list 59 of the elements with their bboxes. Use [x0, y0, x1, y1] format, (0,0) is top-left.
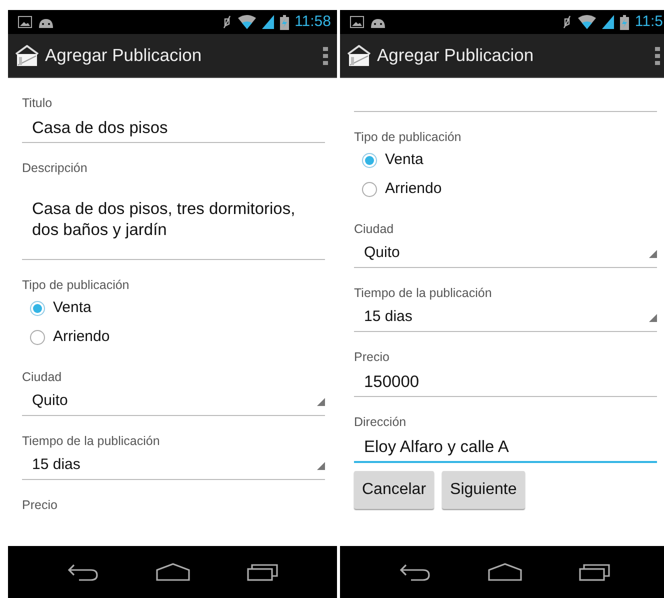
wifi-icon	[238, 15, 256, 29]
radio-label: Venta	[53, 298, 92, 318]
radio-button[interactable]	[30, 330, 45, 345]
field-label: Dirección	[354, 414, 408, 431]
radio-button[interactable]	[362, 153, 377, 168]
field-label: Tipo de publicación	[22, 277, 130, 294]
dropdown-corner-icon	[317, 462, 325, 470]
radio-button[interactable]	[30, 301, 45, 316]
house-icon	[15, 44, 39, 66]
house-icon	[347, 44, 371, 66]
clock-time: 11:5	[634, 12, 663, 32]
dropdown[interactable]: Quito	[22, 388, 325, 416]
home-icon[interactable]	[156, 563, 190, 581]
text-area[interactable]: Casa de dos pisos, tres dormitorios, dos baños y jardín	[22, 177, 325, 260]
recent-apps-icon[interactable]	[246, 563, 278, 581]
field-label: Precio	[22, 497, 58, 514]
muted-icon	[562, 15, 572, 29]
robot-icon	[38, 16, 54, 28]
field-label: Ciudad	[354, 221, 395, 238]
robot-icon	[370, 16, 386, 28]
battery-icon	[620, 14, 629, 30]
field-label: Tiempo de la publicación	[22, 433, 161, 450]
app-title: Agregar Publicacion	[377, 44, 534, 68]
signal-icon	[602, 15, 614, 29]
app-title: Agregar Publicacion	[45, 44, 202, 68]
picture-icon	[350, 16, 364, 28]
clock-time: 11:58	[294, 12, 331, 32]
back-icon[interactable]	[398, 563, 430, 581]
action-button[interactable]: Siguiente	[442, 471, 525, 509]
text-field[interactable]: Eloy Alfaro y calle A	[354, 434, 657, 463]
dropdown-corner-icon	[649, 314, 657, 322]
wifi-icon	[578, 15, 596, 29]
dropdown[interactable]: 15 dias	[354, 304, 657, 332]
text-field[interactable]: 150000	[354, 369, 657, 397]
overflow-menu-icon[interactable]	[655, 46, 661, 66]
overflow-menu-icon[interactable]	[323, 46, 329, 66]
dropdown-corner-icon	[649, 250, 657, 258]
field-label: Tipo de publicación	[354, 129, 462, 146]
back-icon[interactable]	[66, 563, 98, 581]
field-label: Precio	[354, 349, 390, 366]
action-button[interactable]: Cancelar	[354, 471, 434, 509]
recent-apps-icon[interactable]	[578, 563, 610, 581]
field-label: Titulo	[22, 95, 54, 112]
radio-button[interactable]	[362, 182, 377, 197]
dropdown-corner-icon	[317, 398, 325, 406]
radio-label: Arriendo	[53, 327, 110, 348]
picture-icon	[18, 16, 32, 28]
field-label: Tiempo de la publicación	[354, 285, 493, 302]
home-icon[interactable]	[488, 563, 522, 581]
muted-icon	[222, 15, 232, 29]
radio-label: Arriendo	[385, 179, 442, 200]
radio-label: Venta	[385, 150, 424, 170]
battery-icon	[280, 14, 289, 30]
field-label: Ciudad	[22, 369, 63, 386]
dropdown[interactable]: 15 dias	[22, 452, 325, 480]
signal-icon	[262, 15, 274, 29]
field-label: Descripción	[22, 160, 88, 177]
dropdown[interactable]: Quito	[354, 240, 657, 268]
text-field[interactable]: Casa de dos pisos	[22, 115, 325, 143]
